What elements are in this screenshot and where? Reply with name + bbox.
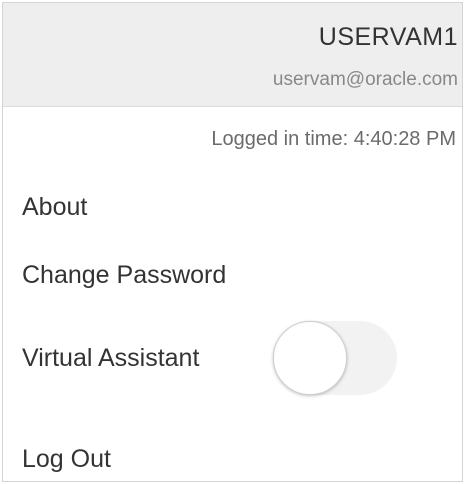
logged-in-time: Logged in time: 4:40:28 PM	[211, 128, 456, 150]
about-menu-item[interactable]: About	[22, 193, 87, 222]
user-menu-panel: USERVAM1 uservam@oracle.com Logged in ti…	[2, 2, 463, 482]
toggle-knob	[273, 321, 347, 395]
log-out-menu-item[interactable]: Log Out	[22, 445, 111, 474]
user-header: USERVAM1 uservam@oracle.com	[3, 3, 462, 107]
username: USERVAM1	[318, 23, 458, 51]
virtual-assistant-label: Virtual Assistant	[22, 344, 200, 372]
virtual-assistant-toggle[interactable]	[273, 321, 397, 395]
user-email: uservam@oracle.com	[272, 69, 458, 90]
change-password-menu-item[interactable]: Change Password	[22, 261, 226, 290]
